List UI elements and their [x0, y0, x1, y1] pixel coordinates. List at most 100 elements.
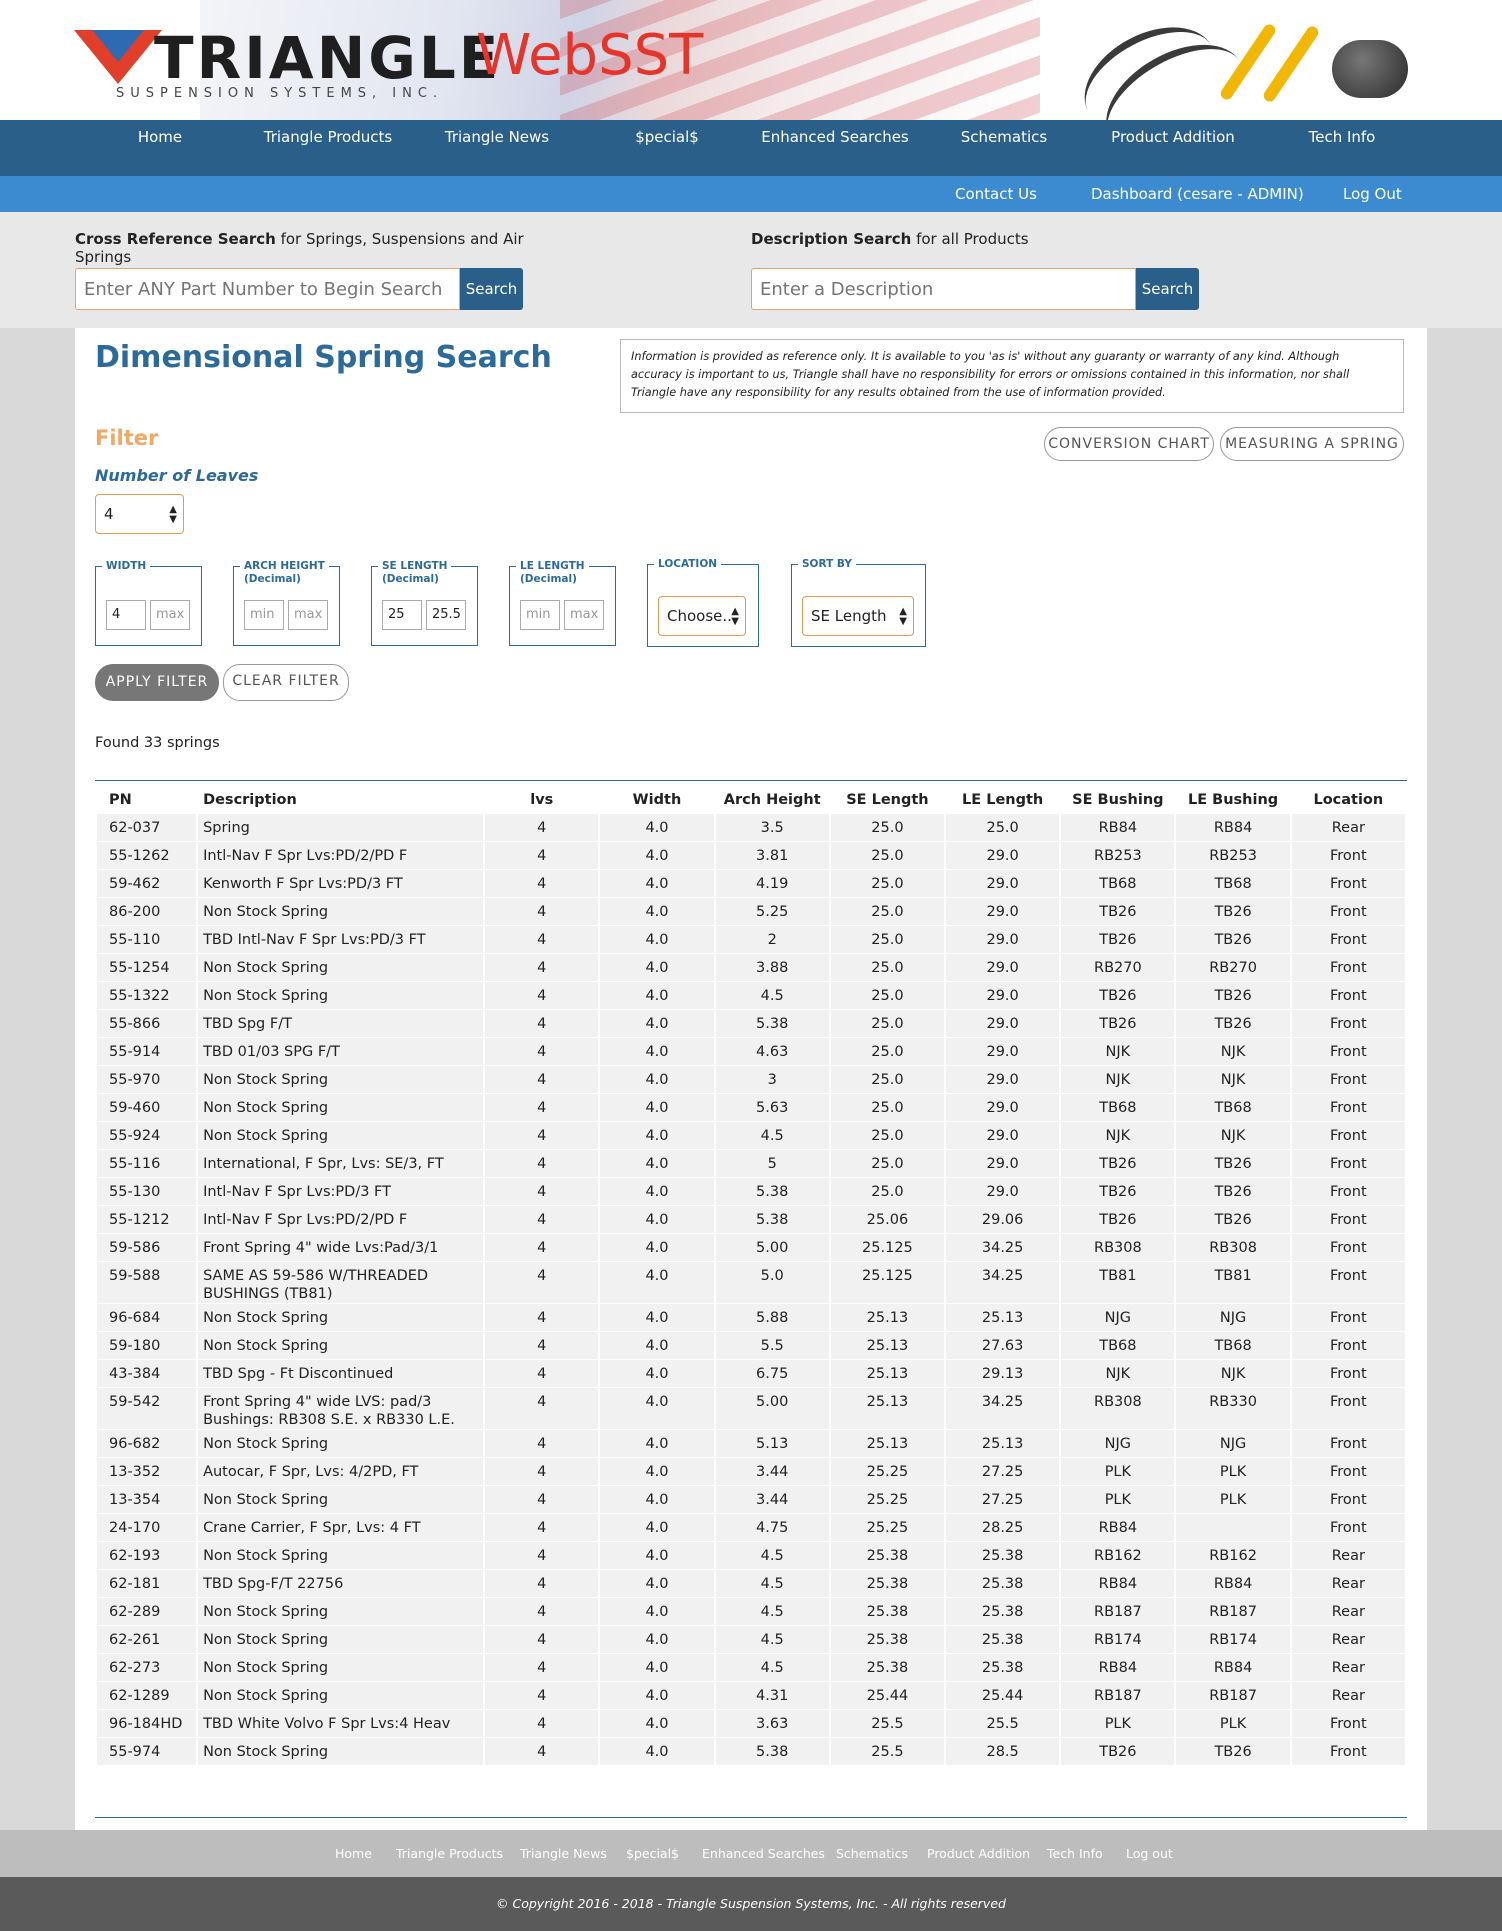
cell-arch-height: 3.44 [715, 1486, 829, 1514]
nav-log-out[interactable]: Log Out [1343, 185, 1402, 203]
col-header-lvs[interactable]: lvs [485, 786, 598, 814]
table-row[interactable]: 13-354 Non Stock Spring 4 4.0 3.44 25.25 27.25… [97, 1486, 1405, 1514]
cell-le-length: 27.25 [946, 1486, 1060, 1514]
cell-description: Non Stock Spring [198, 1738, 484, 1766]
footer-link-log-out[interactable]: Log out [1126, 1846, 1173, 1861]
col-header-width[interactable]: Width [600, 786, 713, 814]
nav-triangle-products[interactable]: Triangle Products [243, 128, 413, 146]
table-row[interactable]: 86-200 Non Stock Spring 4 4.0 5.25 25.0 29.0 TB… [97, 898, 1405, 926]
col-header-description[interactable]: Description [198, 786, 483, 814]
table-row[interactable]: 62-181 TBD Spg-F/T 22756 4 4.0 4.5 25.38 25.38… [97, 1570, 1405, 1598]
table-row[interactable]: 55-924 Non Stock Spring 4 4.0 4.5 25.0 29.0 NJK… [97, 1122, 1405, 1150]
table-row[interactable]: 43-384 TBD Spg - Ft Discontinued 4 4.0 6.75 2… [97, 1360, 1405, 1388]
table-row[interactable]: 13-352 Autocar, F Spr, Lvs: 4/2PD, FT 4 4.0… [97, 1458, 1405, 1486]
table-row[interactable]: 96-682 Non Stock Spring 4 4.0 5.13 25.13 25.13… [97, 1430, 1405, 1458]
table-row[interactable]: 55-1322 Non Stock Spring 4 4.0 4.5 25.0 29.0 TB… [97, 982, 1405, 1010]
cell-arch-height: 5.00 [715, 1234, 829, 1262]
table-row[interactable]: 59-180 Non Stock Spring 4 4.0 5.5 25.13 27.63 T… [97, 1332, 1405, 1360]
location-select[interactable]: Choose... ▲ ▼ [658, 596, 746, 636]
cell-le-bushing: TB26 [1176, 1738, 1290, 1766]
table-row[interactable]: 96-184HD TBD White Volvo F Spr Lvs:4 Heav… [97, 1710, 1405, 1738]
footer-link-specials[interactable]: $pecial$ [626, 1846, 679, 1861]
table-row[interactable]: 59-462 Kenworth F Spr Lvs:PD/3 FT 4 4.0 4.19… [97, 870, 1405, 898]
col-header-arch-height[interactable]: Arch Height [716, 786, 829, 814]
clear-filter-button[interactable]: CLEAR FILTER [223, 664, 349, 701]
table-row[interactable]: 55-130 Intl-Nav F Spr Lvs:PD/3 FT 4 4.0 5.38… [97, 1178, 1405, 1206]
width-min-input[interactable]: 4 [106, 600, 146, 630]
nav-dashboard[interactable]: Dashboard (cesare - ADMIN) [1091, 185, 1304, 203]
table-row[interactable]: 62-273 Non Stock Spring 4 4.0 4.5 25.38 25.38 R… [97, 1654, 1405, 1682]
cell-lvs: 4 [485, 1038, 599, 1066]
conversion-chart-button[interactable]: CONVERSION CHART [1044, 427, 1214, 461]
le-min-input[interactable]: min [520, 600, 560, 630]
col-header-se-length[interactable]: SE Length [831, 786, 944, 814]
footer-link-home[interactable]: Home [335, 1846, 372, 1861]
table-row[interactable]: 62-1289 Non Stock Spring 4 4.0 4.31 25.44 25.4… [97, 1682, 1405, 1710]
footer-link-product-addition[interactable]: Product Addition [927, 1846, 1030, 1861]
sort-select[interactable]: SE Length ▲ ▼ [802, 596, 914, 636]
table-row[interactable]: 59-460 Non Stock Spring 4 4.0 5.63 25.0 29.0 TB… [97, 1094, 1405, 1122]
cell-pn: 96-684 [97, 1304, 197, 1332]
footer-link-tech-info[interactable]: Tech Info [1047, 1846, 1103, 1861]
measuring-spring-button[interactable]: MEASURING A SPRING [1220, 427, 1404, 461]
leaves-select[interactable]: 4 ▲ ▼ [95, 494, 184, 534]
cell-arch-height: 4.19 [715, 870, 829, 898]
width-max-input[interactable]: max [150, 600, 190, 630]
table-row[interactable]: 62-037 Spring 4 4.0 3.5 25.0 25.0 RB84 RB84 Rear [97, 814, 1405, 842]
table-row[interactable]: 96-684 Non Stock Spring 4 4.0 5.88 25.13 25.13… [97, 1304, 1405, 1332]
description-search-input[interactable] [751, 268, 1136, 310]
part-number-search-input[interactable] [75, 268, 460, 310]
nav-triangle-news[interactable]: Triangle News [412, 128, 582, 146]
cell-arch-height: 5.88 [715, 1304, 829, 1332]
le-max-input[interactable]: max [564, 600, 604, 630]
cell-description: Non Stock Spring [198, 1682, 484, 1710]
table-row[interactable]: 62-193 Non Stock Spring 4 4.0 4.5 25.38 25.38 R… [97, 1542, 1405, 1570]
search-band: Cross Reference Search for Springs, Susp… [0, 212, 1502, 328]
nav-product-addition[interactable]: Product Addition [1088, 128, 1258, 146]
description-search-button[interactable]: Search [1136, 268, 1199, 310]
table-row[interactable]: 55-974 Non Stock Spring 4 4.0 5.38 25.5 28.5 TB… [97, 1738, 1405, 1766]
cell-le-bushing: RB270 [1176, 954, 1290, 982]
col-header-pn[interactable]: PN [97, 786, 196, 814]
nav-schematics[interactable]: Schematics [919, 128, 1089, 146]
table-row[interactable]: 55-866 TBD Spg F/T 4 4.0 5.38 25.0 29.0 TB26 TB2… [97, 1010, 1405, 1038]
nav-specials[interactable]: $pecial$ [582, 128, 752, 146]
col-header-le-bushing[interactable]: LE Bushing [1176, 786, 1289, 814]
footer-link-schematics[interactable]: Schematics [836, 1846, 908, 1861]
cell-se-bushing: RB253 [1061, 842, 1175, 870]
arch-min-input[interactable]: min [244, 600, 284, 630]
table-row[interactable]: 55-1212 Intl-Nav F Spr Lvs:PD/2/PD F 4 4.0 5… [97, 1206, 1405, 1234]
col-header-se-bushing[interactable]: SE Bushing [1061, 786, 1174, 814]
col-header-le-length[interactable]: LE Length [946, 786, 1059, 814]
table-row[interactable]: 59-588 SAME AS 59-586 W/THREADED BUSHINGS… [97, 1262, 1405, 1304]
table-row[interactable]: 55-116 International, F Spr, Lvs: SE/3, F… [97, 1150, 1405, 1178]
table-row[interactable]: 55-1262 Intl-Nav F Spr Lvs:PD/2/PD F 4 4.0 3… [97, 842, 1405, 870]
table-row[interactable]: 55-970 Non Stock Spring 4 4.0 3 25.0 29.0 NJK NJ… [97, 1066, 1405, 1094]
part-number-search-button[interactable]: Search [460, 268, 523, 310]
arch-max-input[interactable]: max [288, 600, 328, 630]
nav-home[interactable]: Home [75, 128, 245, 146]
triangle-logo[interactable]: TRIANGLE SUSPENSION SYSTEMS, INC. WebSST [74, 24, 703, 106]
nav-enhanced-searches[interactable]: Enhanced Searches [750, 128, 920, 146]
cell-se-bushing: RB308 [1061, 1234, 1175, 1262]
se-min-input[interactable]: 25 [382, 600, 422, 630]
nav-tech-info[interactable]: Tech Info [1257, 128, 1427, 146]
table-row[interactable]: 59-586 Front Spring 4" wide Lvs:Pad/3/1 4 4… [97, 1234, 1405, 1262]
footer-link-triangle-news[interactable]: Triangle News [520, 1846, 607, 1861]
apply-filter-button[interactable]: APPLY FILTER [95, 664, 219, 701]
table-row[interactable]: 62-261 Non Stock Spring 4 4.0 4.5 25.38 25.38 R… [97, 1626, 1405, 1654]
nav-contact-us[interactable]: Contact Us [955, 185, 1037, 203]
footer-link-enhanced-searches[interactable]: Enhanced Searches [702, 1846, 825, 1861]
table-row[interactable]: 55-110 TBD Intl-Nav F Spr Lvs:PD/3 FT 4 4.0… [97, 926, 1405, 954]
col-header-location[interactable]: Location [1292, 786, 1405, 814]
table-row[interactable]: 24-170 Crane Carrier, F Spr, Lvs: 4 FT 4 4.… [97, 1514, 1405, 1542]
cell-arch-height: 5.13 [715, 1430, 829, 1458]
table-row[interactable]: 59-542 Front Spring 4" wide LVS: pad/3 Bu… [97, 1388, 1405, 1430]
footer-link-triangle-products[interactable]: Triangle Products [396, 1846, 503, 1861]
table-row[interactable]: 55-914 TBD 01/03 SPG F/T 4 4.0 4.63 25.0 29.0 N… [97, 1038, 1405, 1066]
table-row[interactable]: 62-289 Non Stock Spring 4 4.0 4.5 25.38 25.38 R… [97, 1598, 1405, 1626]
cell-arch-height: 3.44 [715, 1458, 829, 1486]
location-select-value: Choose... [667, 607, 737, 625]
table-row[interactable]: 55-1254 Non Stock Spring 4 4.0 3.88 25.0 29.0 R… [97, 954, 1405, 982]
se-max-input[interactable]: 25.5 [426, 600, 466, 630]
